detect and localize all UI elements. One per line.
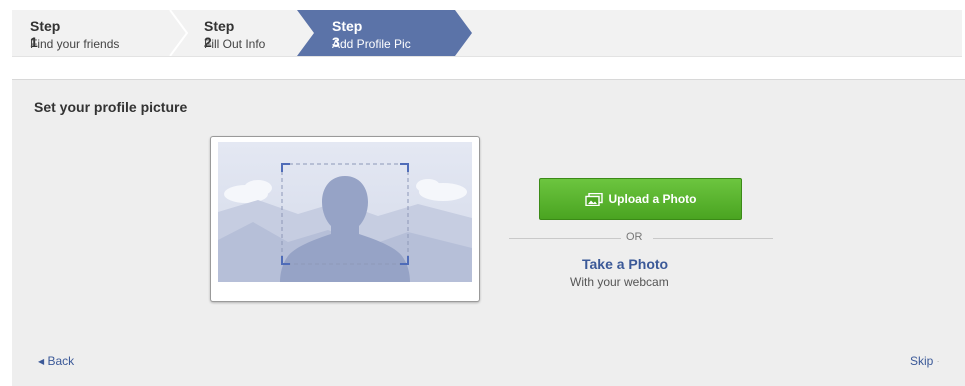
dot-icon: · <box>936 357 940 366</box>
step-2-label: Fill Out Info <box>204 37 266 51</box>
skip-label: Skip <box>910 354 934 368</box>
stepper-chevrons <box>169 10 472 56</box>
step-separator <box>169 10 189 56</box>
skip-link[interactable]: Skip · <box>910 354 939 368</box>
step-1-label: Find your friends <box>30 37 120 51</box>
progress-stepper: Step 1 Find your friends Step 2 Fill Out… <box>12 10 962 57</box>
profile-picture-panel: Set your profile picture Upload a Photo … <box>12 79 965 386</box>
photo-upload-icon <box>584 192 603 206</box>
cloud <box>416 179 440 193</box>
panel-title: Set your profile picture <box>34 99 188 115</box>
take-photo-link[interactable]: Take a Photo <box>582 256 668 272</box>
profile-picture-preview <box>210 136 480 302</box>
step-3-label: Add Profile Pic <box>332 37 411 51</box>
upload-photo-label: Upload a Photo <box>608 192 697 206</box>
silhouette-placeholder <box>218 142 472 282</box>
cloud <box>244 180 272 196</box>
or-divider-left <box>509 238 621 239</box>
or-divider-right <box>653 238 773 239</box>
upload-photo-button[interactable]: Upload a Photo <box>539 178 742 220</box>
or-label: OR <box>626 231 643 243</box>
back-label: Back <box>47 354 75 368</box>
left-triangle-icon: ◀ <box>38 357 45 366</box>
take-photo-subtitle: With your webcam <box>570 275 669 289</box>
back-link[interactable]: ◀ Back <box>38 354 74 368</box>
